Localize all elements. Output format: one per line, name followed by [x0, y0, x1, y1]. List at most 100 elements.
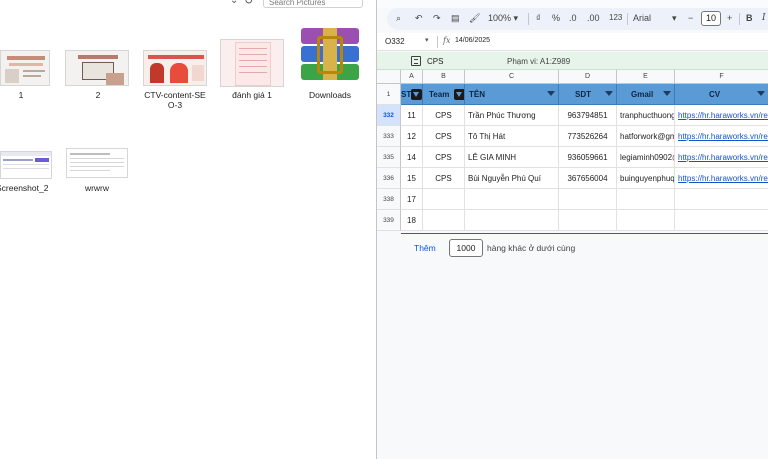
column-header-b[interactable]: B: [423, 70, 465, 84]
cell-cv[interactable]: https://hr.haraworks.vn/rec: [675, 147, 768, 168]
cell-st[interactable]: 14: [401, 147, 423, 168]
filter-dropdown-icon[interactable]: [663, 91, 671, 96]
header-cell-ten[interactable]: TÊN: [465, 84, 559, 105]
cell-team[interactable]: CPS: [423, 147, 465, 168]
cell-st[interactable]: 15: [401, 168, 423, 189]
row-header-339[interactable]: 339: [377, 210, 401, 231]
cell-gmail[interactable]: hatforwork@gma: [617, 126, 675, 147]
filter-view-name[interactable]: CPS: [427, 57, 443, 66]
filter-dropdown-icon[interactable]: [547, 91, 555, 96]
header-cell-st[interactable]: ST: [401, 84, 423, 105]
file-thumbnail: [0, 50, 50, 86]
column-header-a[interactable]: A: [401, 70, 423, 84]
cell-ten[interactable]: [465, 210, 559, 231]
row-header-336[interactable]: 336: [377, 168, 401, 189]
header-label: SDT: [575, 90, 591, 99]
column-header-e[interactable]: E: [617, 70, 675, 84]
cell-cv[interactable]: https://hr.haraworks.vn/rec: [675, 168, 768, 189]
header-cell-cv[interactable]: CV: [675, 84, 768, 105]
cell-ten[interactable]: Bùi Nguyễn Phú Quí: [465, 168, 559, 189]
header-cell-gmail[interactable]: Gmail: [617, 84, 675, 105]
file-thumbnail: [66, 148, 128, 178]
cell-sdt[interactable]: [559, 210, 617, 231]
filter-dropdown-icon[interactable]: [757, 91, 765, 96]
cell-sdt[interactable]: 963794851: [559, 105, 617, 126]
search-menus-icon[interactable]: ⌕: [396, 13, 401, 24]
row-header-332[interactable]: 332: [377, 105, 401, 126]
row-header-335[interactable]: 335: [377, 147, 401, 168]
cell-ten[interactable]: LÊ GIA MINH: [465, 147, 559, 168]
file-label: CTV-content-SE: [144, 90, 206, 100]
cell-cv[interactable]: [675, 210, 768, 231]
zoom-select[interactable]: 100% ▾: [488, 13, 518, 24]
cell-cv[interactable]: [675, 189, 768, 210]
cell-gmail[interactable]: legiaminh0902@: [617, 147, 675, 168]
cell-ten[interactable]: Trần Phúc Thương: [465, 105, 559, 126]
cell-cv[interactable]: https://hr.haraworks.vn/rec: [675, 105, 768, 126]
file-label: wrwrw: [84, 183, 110, 193]
filter-dropdown-icon[interactable]: [605, 91, 613, 96]
add-rows-button[interactable]: Thêm: [414, 243, 436, 253]
header-cell-team[interactable]: Team: [423, 84, 465, 105]
redo-icon[interactable]: ↷: [433, 13, 441, 24]
increase-decimal-button[interactable]: .00: [587, 13, 600, 23]
column-header-d[interactable]: D: [559, 70, 617, 84]
paint-format-icon[interactable]: 🖌: [469, 13, 480, 24]
formula-input[interactable]: 14/06/2025: [455, 37, 490, 44]
percent-format-button[interactable]: %: [552, 13, 560, 23]
cell-ten[interactable]: Tô Thị Hát: [465, 126, 559, 147]
undo-icon[interactable]: ↶: [415, 13, 423, 24]
row-header-1[interactable]: 1: [377, 84, 401, 105]
cell-sdt[interactable]: 936059661: [559, 147, 617, 168]
formula-bar: O332 ▾ fx 14/06/2025: [377, 33, 768, 51]
cell-gmail[interactable]: buinguyenphuqu: [617, 168, 675, 189]
file-explorer: ⌄ ↻ Search Pictures 1 2 CTV-content-SE O…: [0, 0, 376, 459]
header-label: Team: [429, 90, 450, 99]
cell-st[interactable]: 17: [401, 189, 423, 210]
cell-sdt[interactable]: [559, 189, 617, 210]
cell-ten[interactable]: [465, 189, 559, 210]
print-icon[interactable]: ▤: [451, 13, 460, 24]
cell-sdt[interactable]: 773526264: [559, 126, 617, 147]
cell-st[interactable]: 12: [401, 126, 423, 147]
column-header-f[interactable]: F: [675, 70, 768, 84]
font-size-increase-button[interactable]: +: [727, 13, 732, 23]
number-format-button[interactable]: 123: [609, 13, 622, 22]
cell-team[interactable]: CPS: [423, 168, 465, 189]
cell-team[interactable]: CPS: [423, 126, 465, 147]
cell-sdt[interactable]: 367656004: [559, 168, 617, 189]
cell-st[interactable]: 11: [401, 105, 423, 126]
currency-format-button[interactable]: ₫: [536, 13, 541, 23]
add-rows-count-input[interactable]: 1000: [449, 239, 483, 257]
font-size-input[interactable]: 10: [701, 11, 721, 26]
row-header-333[interactable]: 333: [377, 126, 401, 147]
filter-range-bottom-border: [401, 233, 768, 234]
decrease-decimal-button[interactable]: .0: [569, 13, 577, 23]
filter-view-range[interactable]: Phạm vi: A1:Z989: [507, 57, 570, 66]
select-all-corner[interactable]: [377, 70, 401, 84]
name-box-caret-icon[interactable]: ▾: [425, 36, 429, 44]
cell-cv[interactable]: https://hr.haraworks.vn/rec: [675, 126, 768, 147]
cell-st[interactable]: 18: [401, 210, 423, 231]
header-cell-sdt[interactable]: SDT: [559, 84, 617, 105]
cell-team[interactable]: [423, 189, 465, 210]
italic-button[interactable]: I: [762, 13, 766, 23]
cell-gmail[interactable]: tranphucthuong1: [617, 105, 675, 126]
cell-team[interactable]: CPS: [423, 105, 465, 126]
cell-gmail[interactable]: [617, 210, 675, 231]
row-header-338[interactable]: 338: [377, 189, 401, 210]
cell-team[interactable]: [423, 210, 465, 231]
filter-active-icon[interactable]: [454, 89, 464, 100]
search-input[interactable]: Search Pictures: [263, 0, 363, 8]
filter-active-icon[interactable]: [411, 89, 422, 100]
cell-gmail[interactable]: [617, 189, 675, 210]
column-header-c[interactable]: C: [465, 70, 559, 84]
refresh-icon[interactable]: ↻: [244, 0, 253, 7]
font-dropdown-caret-icon[interactable]: ▾: [672, 13, 677, 24]
font-select[interactable]: Arial: [633, 13, 651, 23]
chevron-down-icon[interactable]: ⌄: [230, 0, 238, 6]
font-size-decrease-button[interactable]: −: [688, 13, 693, 23]
bold-button[interactable]: B: [746, 13, 753, 23]
name-box[interactable]: O332: [385, 37, 405, 46]
toolbar-divider: [627, 13, 628, 25]
